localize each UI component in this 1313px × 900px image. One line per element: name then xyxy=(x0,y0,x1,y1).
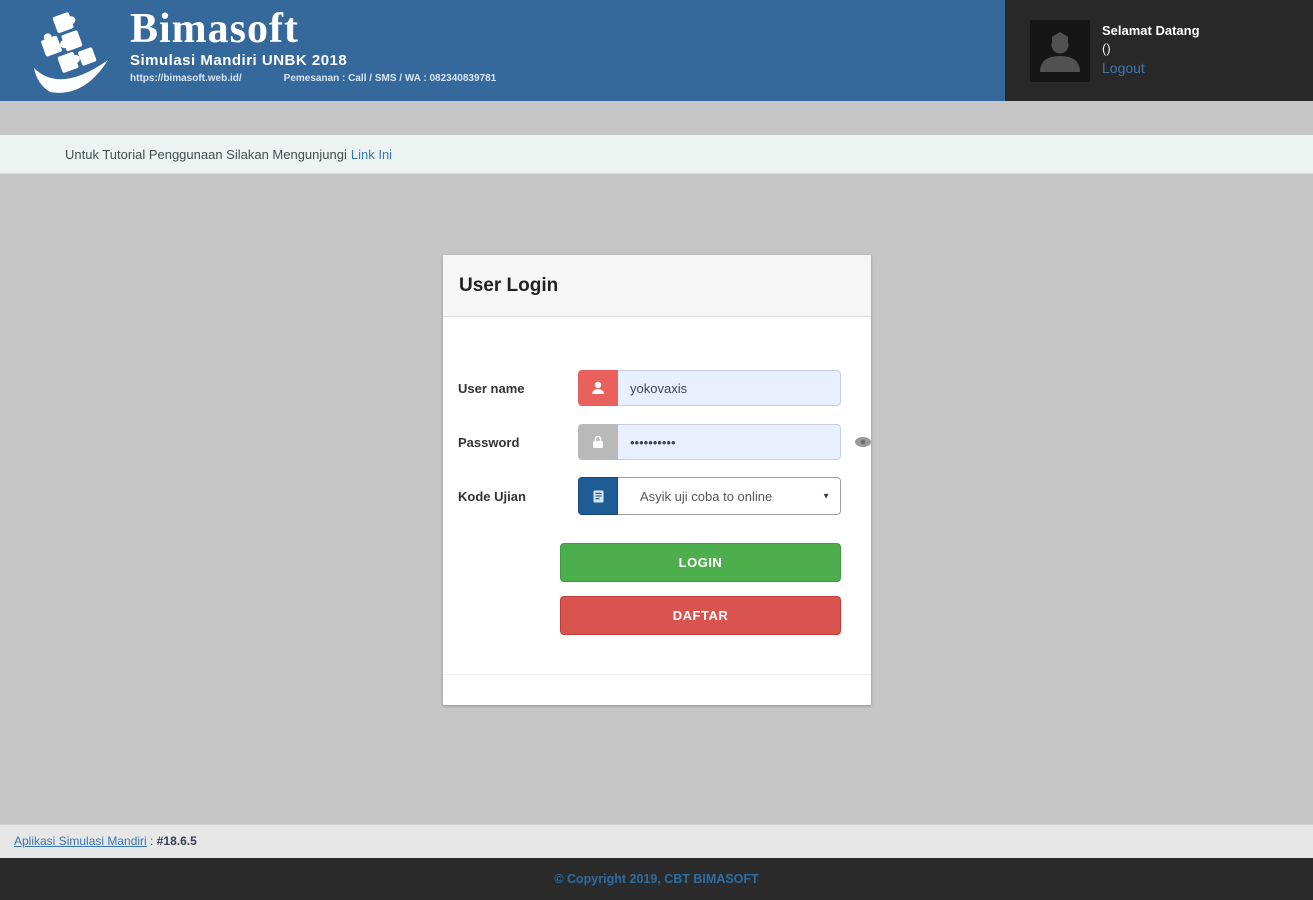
lock-icon xyxy=(578,424,618,460)
copyright-text: © Copyright 2019, CBT BIMASOFT xyxy=(554,872,758,886)
brand-contact: Pemesanan : Call / SMS / WA : 0823408397… xyxy=(284,73,497,84)
password-label: Password xyxy=(458,424,519,460)
brand[interactable]: Bimasoft Simulasi Mandiri UNBK 2018 http… xyxy=(28,6,496,101)
username-row: User name xyxy=(443,370,871,406)
bimasoft-puzzle-logo-icon xyxy=(28,10,120,101)
exam-code-row: Kode Ujian Asyik uji coba to online ▼ xyxy=(443,477,871,515)
brand-name: Bimasoft xyxy=(130,6,496,52)
welcome-text: Selamat Datang xyxy=(1102,22,1200,40)
logged-in-username: () xyxy=(1102,40,1200,58)
login-card: User Login User name Password xyxy=(443,255,871,705)
app-version-link[interactable]: Aplikasi Simulasi Mandiri xyxy=(14,834,147,848)
password-input[interactable] xyxy=(618,424,841,460)
chevron-down-icon: ▼ xyxy=(822,492,830,501)
exam-code-select[interactable]: Asyik uji coba to online ▼ xyxy=(618,477,841,515)
brand-subtitle: Simulasi Mandiri UNBK 2018 xyxy=(130,52,496,69)
user-panel: Selamat Datang () Logout xyxy=(1005,0,1313,101)
exam-book-icon xyxy=(578,477,618,515)
logout-link[interactable]: Logout xyxy=(1102,58,1145,78)
login-card-footer xyxy=(443,674,871,705)
avatar xyxy=(1030,20,1090,82)
version-number: #18.6.5 xyxy=(157,834,197,848)
exam-code-selected-option: Asyik uji coba to online xyxy=(640,489,772,504)
tutorial-link[interactable]: Link Ini xyxy=(351,147,392,162)
copyright-bar: © Copyright 2019, CBT BIMASOFT xyxy=(0,858,1313,900)
app-header: Bimasoft Simulasi Mandiri UNBK 2018 http… xyxy=(0,0,1313,101)
tutorial-text: Untuk Tutorial Penggunaan Silakan Mengun… xyxy=(65,147,347,162)
login-card-title: User Login xyxy=(443,255,871,317)
show-password-eye-icon[interactable] xyxy=(852,431,874,453)
daftar-button[interactable]: DAFTAR xyxy=(560,596,841,635)
version-bar: Aplikasi Simulasi Mandiri : #18.6.5 xyxy=(0,824,1313,858)
brand-website: https://bimasoft.web.id/ xyxy=(130,73,242,84)
login-button[interactable]: LOGIN xyxy=(560,543,841,582)
user-icon xyxy=(578,370,618,406)
username-label: User name xyxy=(458,370,524,406)
password-row: Password xyxy=(443,424,871,460)
exam-code-label: Kode Ujian xyxy=(458,477,526,515)
username-input[interactable] xyxy=(618,370,841,406)
version-separator: : xyxy=(147,834,157,848)
tutorial-bar: Untuk Tutorial Penggunaan Silakan Mengun… xyxy=(0,135,1313,174)
